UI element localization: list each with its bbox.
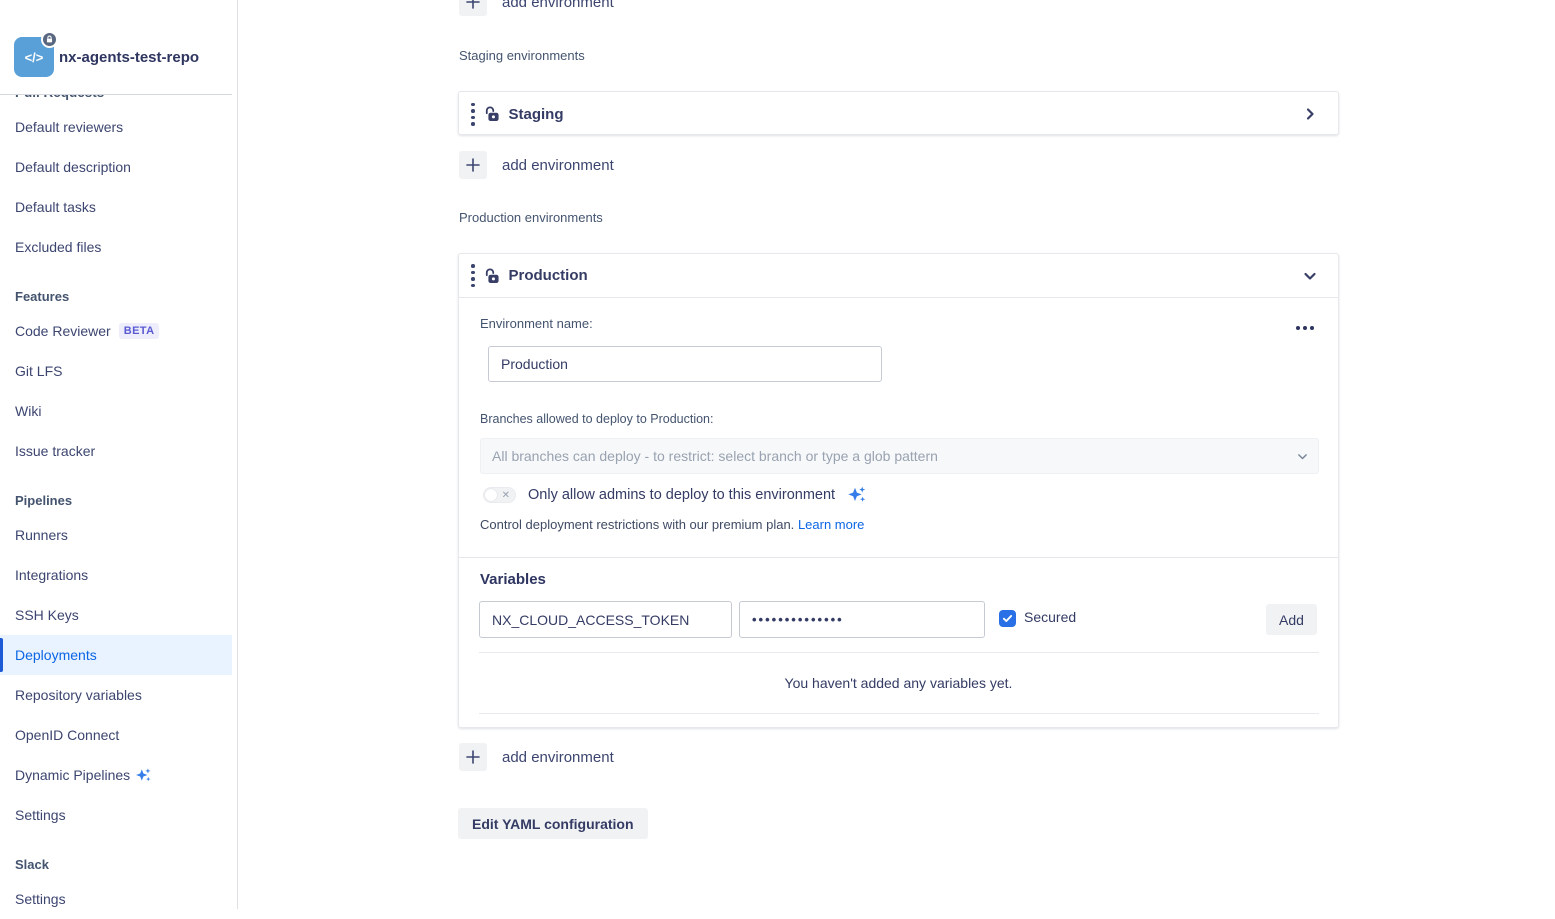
sidebar-item-pipelines-settings[interactable]: Settings — [0, 795, 232, 835]
chevron-down-icon — [1296, 450, 1309, 468]
staging-section-label: Staging environments — [459, 48, 585, 63]
ai-sparkle-icon — [847, 485, 867, 505]
admins-only-toggle[interactable]: ✕ — [483, 487, 516, 503]
sidebar-item-ssh-keys[interactable]: SSH Keys — [0, 595, 232, 635]
sidebar-item-deployments[interactable]: Deployments — [0, 635, 232, 675]
checkbox-checked-icon — [1002, 613, 1013, 624]
sidebar-item-integrations[interactable]: Integrations — [0, 555, 232, 595]
code-icon: </> — [25, 50, 44, 65]
plus-icon — [459, 151, 487, 179]
sidebar-nav: Pull Requests Default reviewers Default … — [0, 82, 232, 919]
production-section-label: Production environments — [459, 210, 603, 225]
admins-only-label: Only allow admins to deploy to this envi… — [528, 487, 835, 503]
sidebar-item-wiki[interactable]: Wiki — [0, 391, 232, 431]
ai-sparkle-icon — [135, 767, 152, 784]
section-features: Features — [0, 267, 232, 311]
branches-label: Branches allowed to deploy to Production… — [480, 412, 713, 426]
secured-label: Secured — [1024, 609, 1076, 625]
sidebar-item-issue-tracker[interactable]: Issue tracker — [0, 431, 232, 471]
divider — [459, 557, 1338, 558]
branch-restriction-select[interactable]: All branches can deploy - to restrict: s… — [480, 438, 1319, 474]
unlock-icon — [483, 105, 501, 123]
divider — [479, 713, 1319, 714]
sidebar-item-default-tasks[interactable]: Default tasks — [0, 187, 232, 227]
variable-value-input[interactable] — [739, 601, 985, 638]
production-card-header[interactable]: Production — [459, 254, 1338, 298]
branch-select-placeholder: All branches can deploy - to restrict: s… — [492, 448, 938, 464]
sidebar-item-code-reviewer[interactable]: Code Reviewer BETA — [0, 311, 232, 351]
environment-name-label: Environment name: — [480, 316, 593, 331]
add-variable-button[interactable]: Add — [1266, 604, 1317, 635]
variable-name-input[interactable] — [479, 601, 732, 638]
production-environment-card: Production Environment name: Branches al… — [458, 253, 1339, 728]
sidebar-item-runners[interactable]: Runners — [0, 515, 232, 555]
sidebar-item-dynamic-pipelines[interactable]: Dynamic Pipelines — [0, 755, 232, 795]
sidebar-item-openid-connect[interactable]: OpenID Connect — [0, 715, 232, 755]
sidebar-item-slack-settings[interactable]: Settings — [0, 879, 232, 919]
add-environment-button-production[interactable]: add environment — [459, 743, 614, 771]
unlock-icon — [483, 267, 501, 285]
sidebar-item-git-lfs[interactable]: Git LFS — [0, 351, 232, 391]
section-slack: Slack — [0, 835, 232, 879]
staging-card-title: Staging — [509, 106, 564, 123]
repo-name: nx-agents-test-repo — [59, 49, 199, 66]
edit-yaml-configuration-button[interactable]: Edit YAML configuration — [458, 808, 648, 839]
repo-header: </> nx-agents-test-repo — [0, 0, 232, 95]
variables-heading: Variables — [480, 571, 546, 588]
premium-plan-text: Control deployment restrictions with our… — [480, 517, 864, 532]
lock-icon — [45, 35, 54, 44]
cross-icon: ✕ — [502, 489, 510, 502]
chevron-down-icon[interactable] — [1302, 268, 1318, 284]
environment-name-input[interactable] — [488, 346, 882, 382]
variables-empty-state: You haven't added any variables yet. — [459, 675, 1338, 691]
plus-icon — [459, 743, 487, 771]
main-content: add environment Staging environments Sta… — [458, 0, 1339, 909]
beta-badge: BETA — [119, 323, 160, 339]
staging-environment-card[interactable]: Staging — [458, 91, 1339, 135]
plus-icon — [459, 0, 487, 16]
section-pipelines: Pipelines — [0, 471, 232, 515]
more-horizontal-icon[interactable] — [1292, 322, 1318, 334]
sidebar-item-default-description[interactable]: Default description — [0, 147, 232, 187]
private-repo-badge — [41, 31, 58, 48]
sidebar-item-excluded-files[interactable]: Excluded files — [0, 227, 232, 267]
sidebar-item-default-reviewers[interactable]: Default reviewers — [0, 107, 232, 147]
sidebar: Pull Requests Default reviewers Default … — [0, 0, 238, 909]
add-environment-button-top[interactable]: add environment — [459, 0, 614, 16]
secured-checkbox[interactable] — [999, 610, 1016, 627]
add-environment-button-staging[interactable]: add environment — [459, 151, 614, 179]
drag-handle-icon[interactable] — [469, 264, 483, 287]
drag-handle-icon[interactable] — [469, 103, 483, 126]
divider — [479, 652, 1319, 653]
production-card-title: Production — [509, 267, 588, 284]
sidebar-item-repository-variables[interactable]: Repository variables — [0, 675, 232, 715]
chevron-right-icon[interactable] — [1302, 106, 1318, 122]
learn-more-link[interactable]: Learn more — [798, 517, 864, 532]
